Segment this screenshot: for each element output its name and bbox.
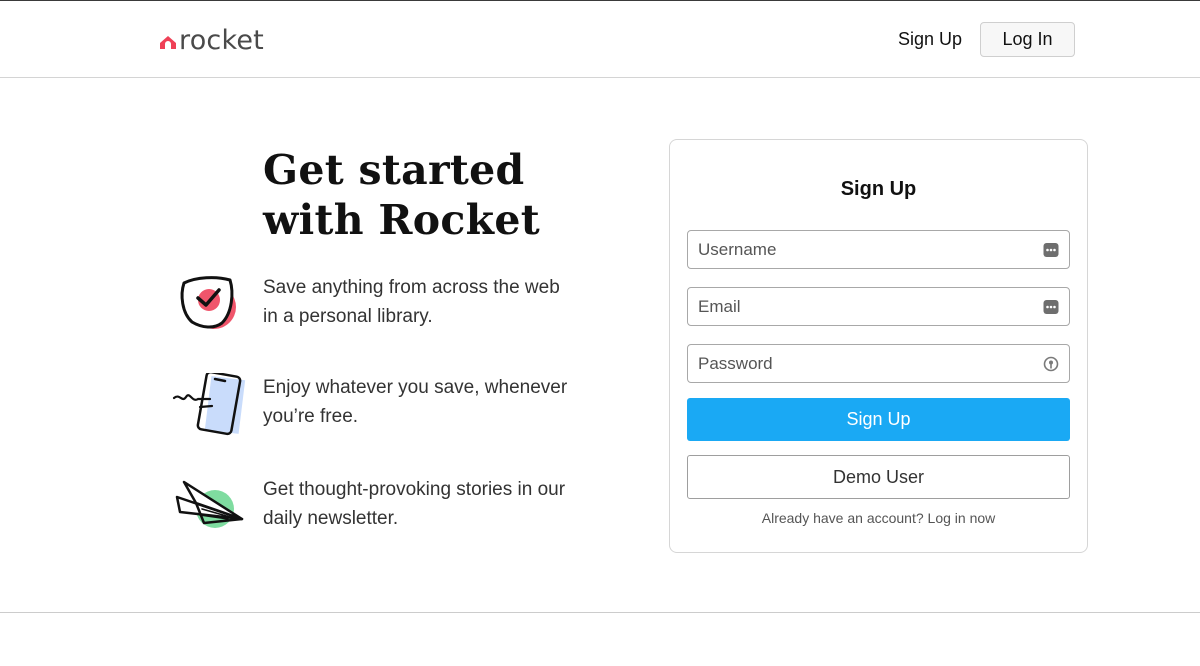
signup-submit-button[interactable]: Sign Up [687,398,1070,441]
password-field [687,344,1070,383]
login-prompt: Already have an account? Log in now [670,510,1087,526]
email-field [687,287,1070,326]
password-key-icon[interactable] [1043,356,1059,372]
feature-text: Save anything from across the web in a p… [263,277,560,327]
username-input[interactable] [688,231,1069,268]
autofill-key-icon[interactable] [1043,299,1059,315]
shield-check-icon [180,276,236,329]
password-input[interactable] [688,345,1069,382]
signup-form-title: Sign Up [840,178,917,200]
paper-plane-icon [175,480,244,528]
feature-item: Get thought-provoking stories in our dai… [172,475,573,545]
hero-title-line1: Get started [263,146,525,194]
rocket-logo-icon [160,36,176,49]
login-now-link[interactable]: Already have an account? Log in now [762,510,996,526]
site-header: rocket Sign Up Log In [0,1,1200,78]
feature-item: Save anything from across the web in a p… [172,273,573,343]
signup-form: Sign Up Sign Up Demo User Already have a… [669,139,1088,553]
hero-title: Get started with Rocket [263,145,583,245]
demo-user-button[interactable]: Demo User [687,455,1070,499]
autofill-key-icon[interactable] [1043,242,1059,258]
feature-item: Enjoy whatever you save, whenever you’re… [172,373,573,443]
hero-title-line2: with Rocket [263,196,541,244]
footer-divider [0,612,1200,613]
email-input[interactable] [688,288,1069,325]
nav-signup-link[interactable]: Sign Up [898,28,962,50]
phone-sketch-icon [172,373,246,436]
nav-login-button[interactable]: Log In [980,22,1075,57]
feature-text: Enjoy whatever you save, whenever you’re… [263,377,568,427]
logo-text: rocket [179,24,264,56]
logo[interactable]: rocket [159,23,264,57]
feature-text: Get thought-provoking stories in our dai… [263,479,566,529]
username-field [687,230,1070,269]
